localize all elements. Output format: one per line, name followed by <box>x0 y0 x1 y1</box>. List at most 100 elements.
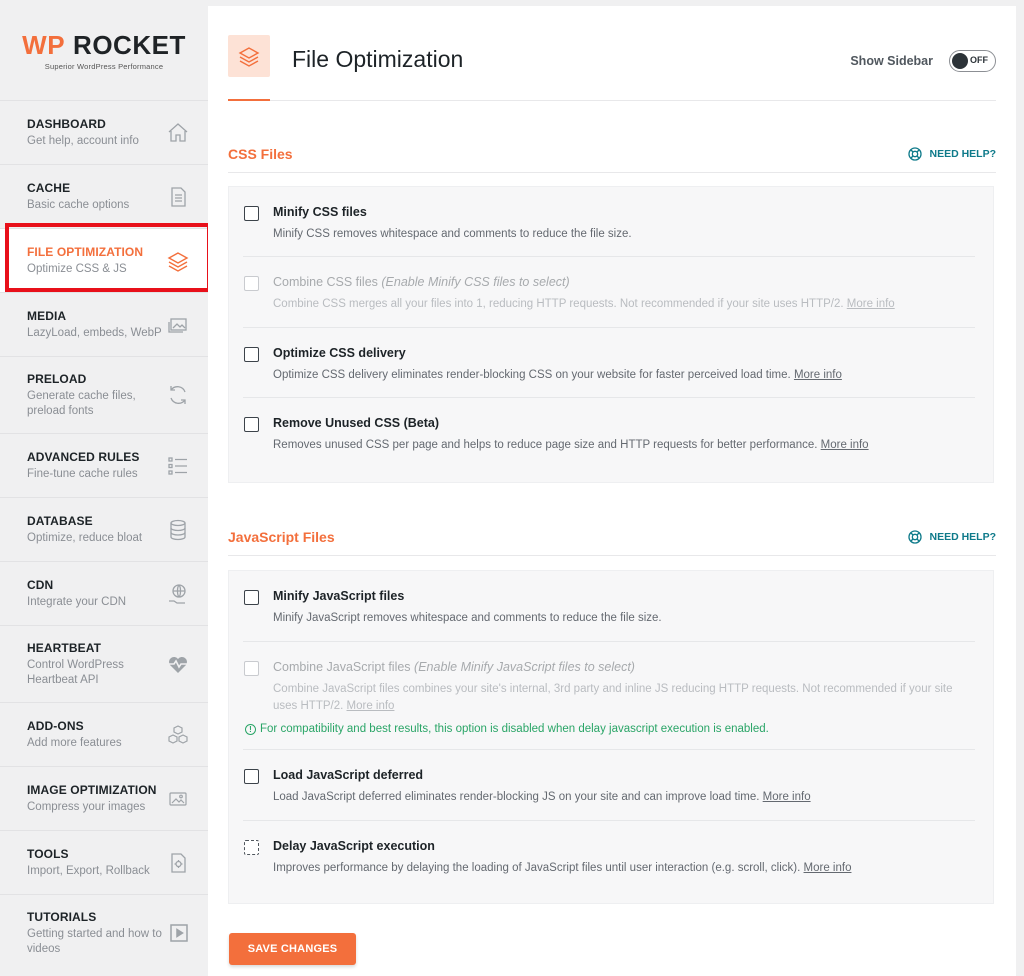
layers-icon <box>228 35 270 77</box>
compatibility-notice: ! For compatibility and best results, th… <box>245 723 975 735</box>
option-description: Combine CSS merges all your files into 1… <box>273 298 895 310</box>
sidebar-item-database[interactable]: DATABASE Optimize, reduce bloat <box>0 497 208 561</box>
sidebar-item-subtitle: Optimize, reduce bloat <box>27 531 143 544</box>
option-description: Minify JavaScript removes whitespace and… <box>273 612 662 624</box>
sidebar-item-tools[interactable]: TOOLS Import, Export, Rollback <box>0 830 208 894</box>
logo-rocket: ROCKET <box>73 30 186 60</box>
combine-css-checkbox[interactable] <box>244 276 259 291</box>
sidebar-item-title: PRELOAD <box>27 371 87 386</box>
option-title: Combine JavaScript files (Enable Minify … <box>273 660 635 674</box>
js-section-title: JavaScript Files <box>228 529 335 545</box>
sidebar-item-file-optimization[interactable]: FILE OPTIMIZATION Optimize CSS & JS <box>0 228 208 292</box>
combine-js-checkbox[interactable] <box>244 661 259 676</box>
cubes-icon <box>168 724 188 744</box>
lifebuoy-icon <box>908 530 923 544</box>
option-description: Minify CSS removes whitespace and commen… <box>273 228 632 240</box>
more-info-link[interactable]: More info <box>347 700 395 712</box>
more-info-link[interactable]: More info <box>804 862 852 874</box>
more-info-link[interactable]: More info <box>847 298 895 310</box>
option-title: Delay JavaScript execution <box>273 839 435 853</box>
show-sidebar-control: Show Sidebar OFF <box>850 50 996 72</box>
option-optimize-css-delivery: Optimize CSS delivery Optimize CSS deliv… <box>243 328 975 398</box>
sidebar-item-title: DATABASE <box>27 513 93 528</box>
option-description: Removes unused CSS per page and helps to… <box>273 439 869 451</box>
sidebar-item-subtitle: Basic cache options <box>27 198 130 211</box>
option-combine-css: Combine CSS files (Enable Minify CSS fil… <box>243 257 975 328</box>
sidebar-item-title: ADVANCED RULES <box>27 449 140 464</box>
sidebar-item-add-ons[interactable]: ADD-ONS Add more features <box>0 702 208 766</box>
optimize-css-delivery-checkbox[interactable] <box>244 347 259 362</box>
database-icon <box>170 519 186 540</box>
delay-js-execution-checkbox[interactable] <box>244 840 259 855</box>
css-need-help-link[interactable]: NEED HELP? <box>907 146 996 162</box>
info-icon: ! <box>245 723 256 735</box>
css-section-header: CSS Files NEED HELP? <box>228 146 996 173</box>
page-header: File Optimization Show Sidebar OFF <box>228 6 996 101</box>
option-description: Combine JavaScript files combines your s… <box>273 683 953 712</box>
option-minify-js: Minify JavaScript files Minify JavaScrip… <box>243 571 975 642</box>
option-combine-js: Combine JavaScript files (Enable Minify … <box>243 642 975 750</box>
sidebar-item-subtitle: Fine-tune cache rules <box>27 467 138 480</box>
sidebar-item-media[interactable]: MEDIA LazyLoad, embeds, WebP <box>0 292 208 356</box>
logo-tagline: Superior WordPress Performance <box>44 62 164 71</box>
option-minify-css: Minify CSS files Minify CSS removes whit… <box>243 187 975 257</box>
show-sidebar-toggle[interactable]: OFF <box>949 50 996 72</box>
globe-hand-icon <box>169 583 186 604</box>
load-js-deferred-checkbox[interactable] <box>244 769 259 784</box>
sidebar-item-heartbeat[interactable]: HEARTBEAT Control WordPress Heartbeat API <box>0 625 208 702</box>
page-title: File Optimization <box>292 46 464 72</box>
option-load-js-deferred: Load JavaScript deferred Load JavaScript… <box>243 750 975 821</box>
sidebar-item-tutorials[interactable]: TUTORIALS Getting started and how to vide… <box>0 894 208 971</box>
images-icon <box>168 317 187 333</box>
tools-icon <box>171 852 186 873</box>
lifebuoy-icon <box>908 147 923 161</box>
sidebar-item-cdn[interactable]: CDN Integrate your CDN <box>0 561 208 625</box>
sidebar-item-title: TUTORIALS <box>27 909 97 924</box>
option-description: Improves performance by delaying the loa… <box>273 862 852 874</box>
header-underline <box>228 99 270 101</box>
sidebar-item-title: IMAGE OPTIMIZATION <box>27 782 157 797</box>
remove-unused-css-checkbox[interactable] <box>244 417 259 432</box>
minify-css-checkbox[interactable] <box>244 206 259 221</box>
sidebar-item-subtitle: Compress your images <box>27 800 146 813</box>
show-sidebar-label: Show Sidebar <box>850 54 933 68</box>
sidebar: WP ROCKET Superior WordPress Performance… <box>0 0 211 976</box>
more-info-link[interactable]: More info <box>763 791 811 803</box>
home-icon <box>168 122 188 142</box>
sidebar-item-subtitle: Optimize CSS & JS <box>27 262 127 275</box>
sidebar-item-advanced-rules[interactable]: ADVANCED RULES Fine-tune cache rules <box>0 433 208 497</box>
more-info-link[interactable]: More info <box>821 439 869 451</box>
minify-js-checkbox[interactable] <box>244 590 259 605</box>
more-info-link[interactable]: More info <box>794 369 842 381</box>
sidebar-item-dashboard[interactable]: DASHBOARD Get help, account info <box>0 100 208 164</box>
wp-rocket-logo[interactable]: WP ROCKET Superior WordPress Performance <box>0 0 208 100</box>
refresh-icon <box>170 386 186 404</box>
option-hint: (Enable Minify JavaScript files to selec… <box>414 660 635 674</box>
option-title: Optimize CSS delivery <box>273 346 406 360</box>
heartbeat-icon <box>169 657 187 673</box>
sidebar-item-image-optimization[interactable]: IMAGE OPTIMIZATION Compress your images <box>0 766 208 830</box>
option-title: Minify CSS files <box>273 205 367 219</box>
sidebar-item-title: TOOLS <box>27 846 69 861</box>
sidebar-item-subtitle: Import, Export, Rollback <box>27 864 150 877</box>
sidebar-item-subtitle: Get help, account info <box>27 134 139 147</box>
js-options-panel: Minify JavaScript files Minify JavaScrip… <box>228 570 994 904</box>
option-title: Remove Unused CSS (Beta) <box>273 416 440 430</box>
sidebar-item-title: CDN <box>27 577 54 592</box>
save-changes-button[interactable]: SAVE CHANGES <box>229 933 356 965</box>
need-help-label: NEED HELP? <box>929 531 996 543</box>
logo-wp: WP <box>22 30 66 60</box>
option-description: Load JavaScript deferred eliminates rend… <box>273 791 811 803</box>
js-need-help-link[interactable]: NEED HELP? <box>907 529 996 545</box>
sidebar-item-cache[interactable]: CACHE Basic cache options <box>0 164 208 228</box>
option-remove-unused-css: Remove Unused CSS (Beta) Removes unused … <box>243 398 975 468</box>
video-icon <box>170 924 188 942</box>
sidebar-item-subtitle: Control WordPress Heartbeat API <box>27 658 124 686</box>
list-icon <box>168 456 187 475</box>
sidebar-item-preload[interactable]: PRELOAD Generate cache files, preload fon… <box>0 356 208 433</box>
option-hint: (Enable Minify CSS files to select) <box>381 275 570 289</box>
sidebar-item-title: MEDIA <box>27 308 67 323</box>
sidebar-item-subtitle: Generate cache files, preload fonts <box>27 389 136 417</box>
image-compress-icon <box>169 791 187 806</box>
sidebar-item-subtitle: LazyLoad, embeds, WebP <box>27 326 162 339</box>
